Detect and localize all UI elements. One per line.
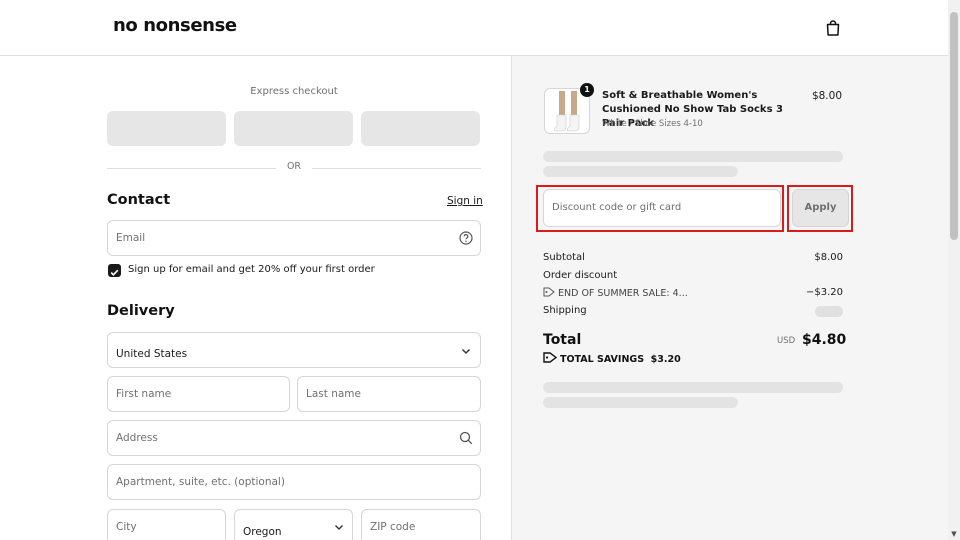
delivery-title: Delivery: [107, 303, 175, 319]
total-value: $4.80: [802, 332, 847, 348]
express-pay-button-3[interactable]: [361, 111, 480, 146]
savings-label: TOTAL SAVINGS: [560, 354, 645, 365]
subtotal-value: $8.00: [814, 252, 843, 263]
newsletter-checkbox[interactable]: [108, 264, 121, 277]
apartment-placeholder: Apartment, suite, etc. (optional): [116, 476, 285, 488]
express-pay-button-1[interactable]: [107, 111, 226, 146]
last-name-placeholder: Last name: [306, 388, 361, 400]
country-select[interactable]: United States: [107, 332, 481, 368]
discount-value: −$3.20: [805, 287, 843, 298]
shipping-label: Shipping: [543, 305, 587, 316]
product-price: $8.00: [811, 90, 842, 102]
total-currency: USD: [777, 336, 796, 346]
checkout-form: Express checkout OR Contact Sign in Emai…: [0, 56, 511, 540]
email-placeholder: Email: [116, 232, 146, 244]
quantity-badge: 1: [580, 83, 594, 97]
site-header: no nonsense: [0, 0, 948, 56]
apartment-field[interactable]: Apartment, suite, etc. (optional): [107, 464, 481, 500]
scroll-down-arrow-icon[interactable]: ▼: [948, 528, 960, 540]
subtotal-row: Subtotal $8.00: [543, 252, 843, 263]
discount-code: END OF SUMMER SALE: 4...: [558, 288, 688, 299]
product-variant: White / Shoe Sizes 4-10: [602, 119, 703, 129]
loading-placeholder: [543, 166, 738, 177]
page-scrollbar[interactable]: ▼: [948, 0, 960, 540]
express-checkout-label: Express checkout: [250, 86, 338, 97]
zip-placeholder: ZIP code: [370, 521, 416, 533]
search-icon: [459, 431, 473, 445]
savings-tag-icon: [543, 352, 557, 363]
first-name-field[interactable]: First name: [107, 376, 290, 412]
shipping-loading: [815, 306, 843, 317]
newsletter-label: Sign up for email and get 20% off your f…: [128, 264, 375, 275]
discount-highlight: [536, 185, 784, 232]
checkmark-icon: [110, 269, 119, 276]
scroll-thumb[interactable]: [950, 12, 958, 240]
address-placeholder: Address: [116, 432, 158, 444]
email-field[interactable]: Email: [107, 220, 481, 256]
state-select[interactable]: Oregon: [234, 509, 353, 540]
tag-icon: [543, 287, 555, 297]
address-field[interactable]: Address: [107, 420, 481, 456]
brand-logo[interactable]: no nonsense: [113, 15, 237, 36]
apply-highlight: [787, 185, 853, 232]
chevron-down-icon: [335, 525, 343, 530]
loading-placeholder: [543, 151, 843, 162]
discount-code-row: END OF SUMMER SALE: 4... −$3.20: [543, 287, 843, 299]
savings-value: $3.20: [650, 354, 681, 365]
country-value: United States: [116, 348, 188, 360]
contact-title: Contact: [107, 192, 171, 208]
sign-in-link[interactable]: Sign in: [447, 195, 483, 207]
shopping-bag-icon[interactable]: [824, 19, 842, 37]
loading-placeholder: [543, 397, 738, 408]
order-summary: 1 Soft & Breathable Women's Cushioned No…: [511, 56, 948, 540]
or-label: OR: [276, 161, 312, 172]
last-name-field[interactable]: Last name: [297, 376, 481, 412]
total-label: Total: [543, 332, 582, 348]
order-discount-label: Order discount: [543, 270, 618, 281]
city-field[interactable]: City: [107, 509, 226, 540]
express-pay-button-2[interactable]: [234, 111, 353, 146]
total-savings: TOTAL SAVINGS $3.20: [543, 352, 681, 365]
order-discount-row: Order discount: [543, 270, 843, 281]
help-icon[interactable]: [458, 230, 474, 246]
shipping-row: Shipping: [543, 305, 843, 316]
chevron-down-icon: [462, 349, 470, 354]
zip-field[interactable]: ZIP code: [361, 509, 481, 540]
first-name-placeholder: First name: [116, 388, 172, 400]
subtotal-label: Subtotal: [543, 252, 585, 263]
loading-placeholder: [543, 382, 843, 393]
city-placeholder: City: [116, 521, 137, 533]
state-value: Oregon: [243, 526, 282, 538]
